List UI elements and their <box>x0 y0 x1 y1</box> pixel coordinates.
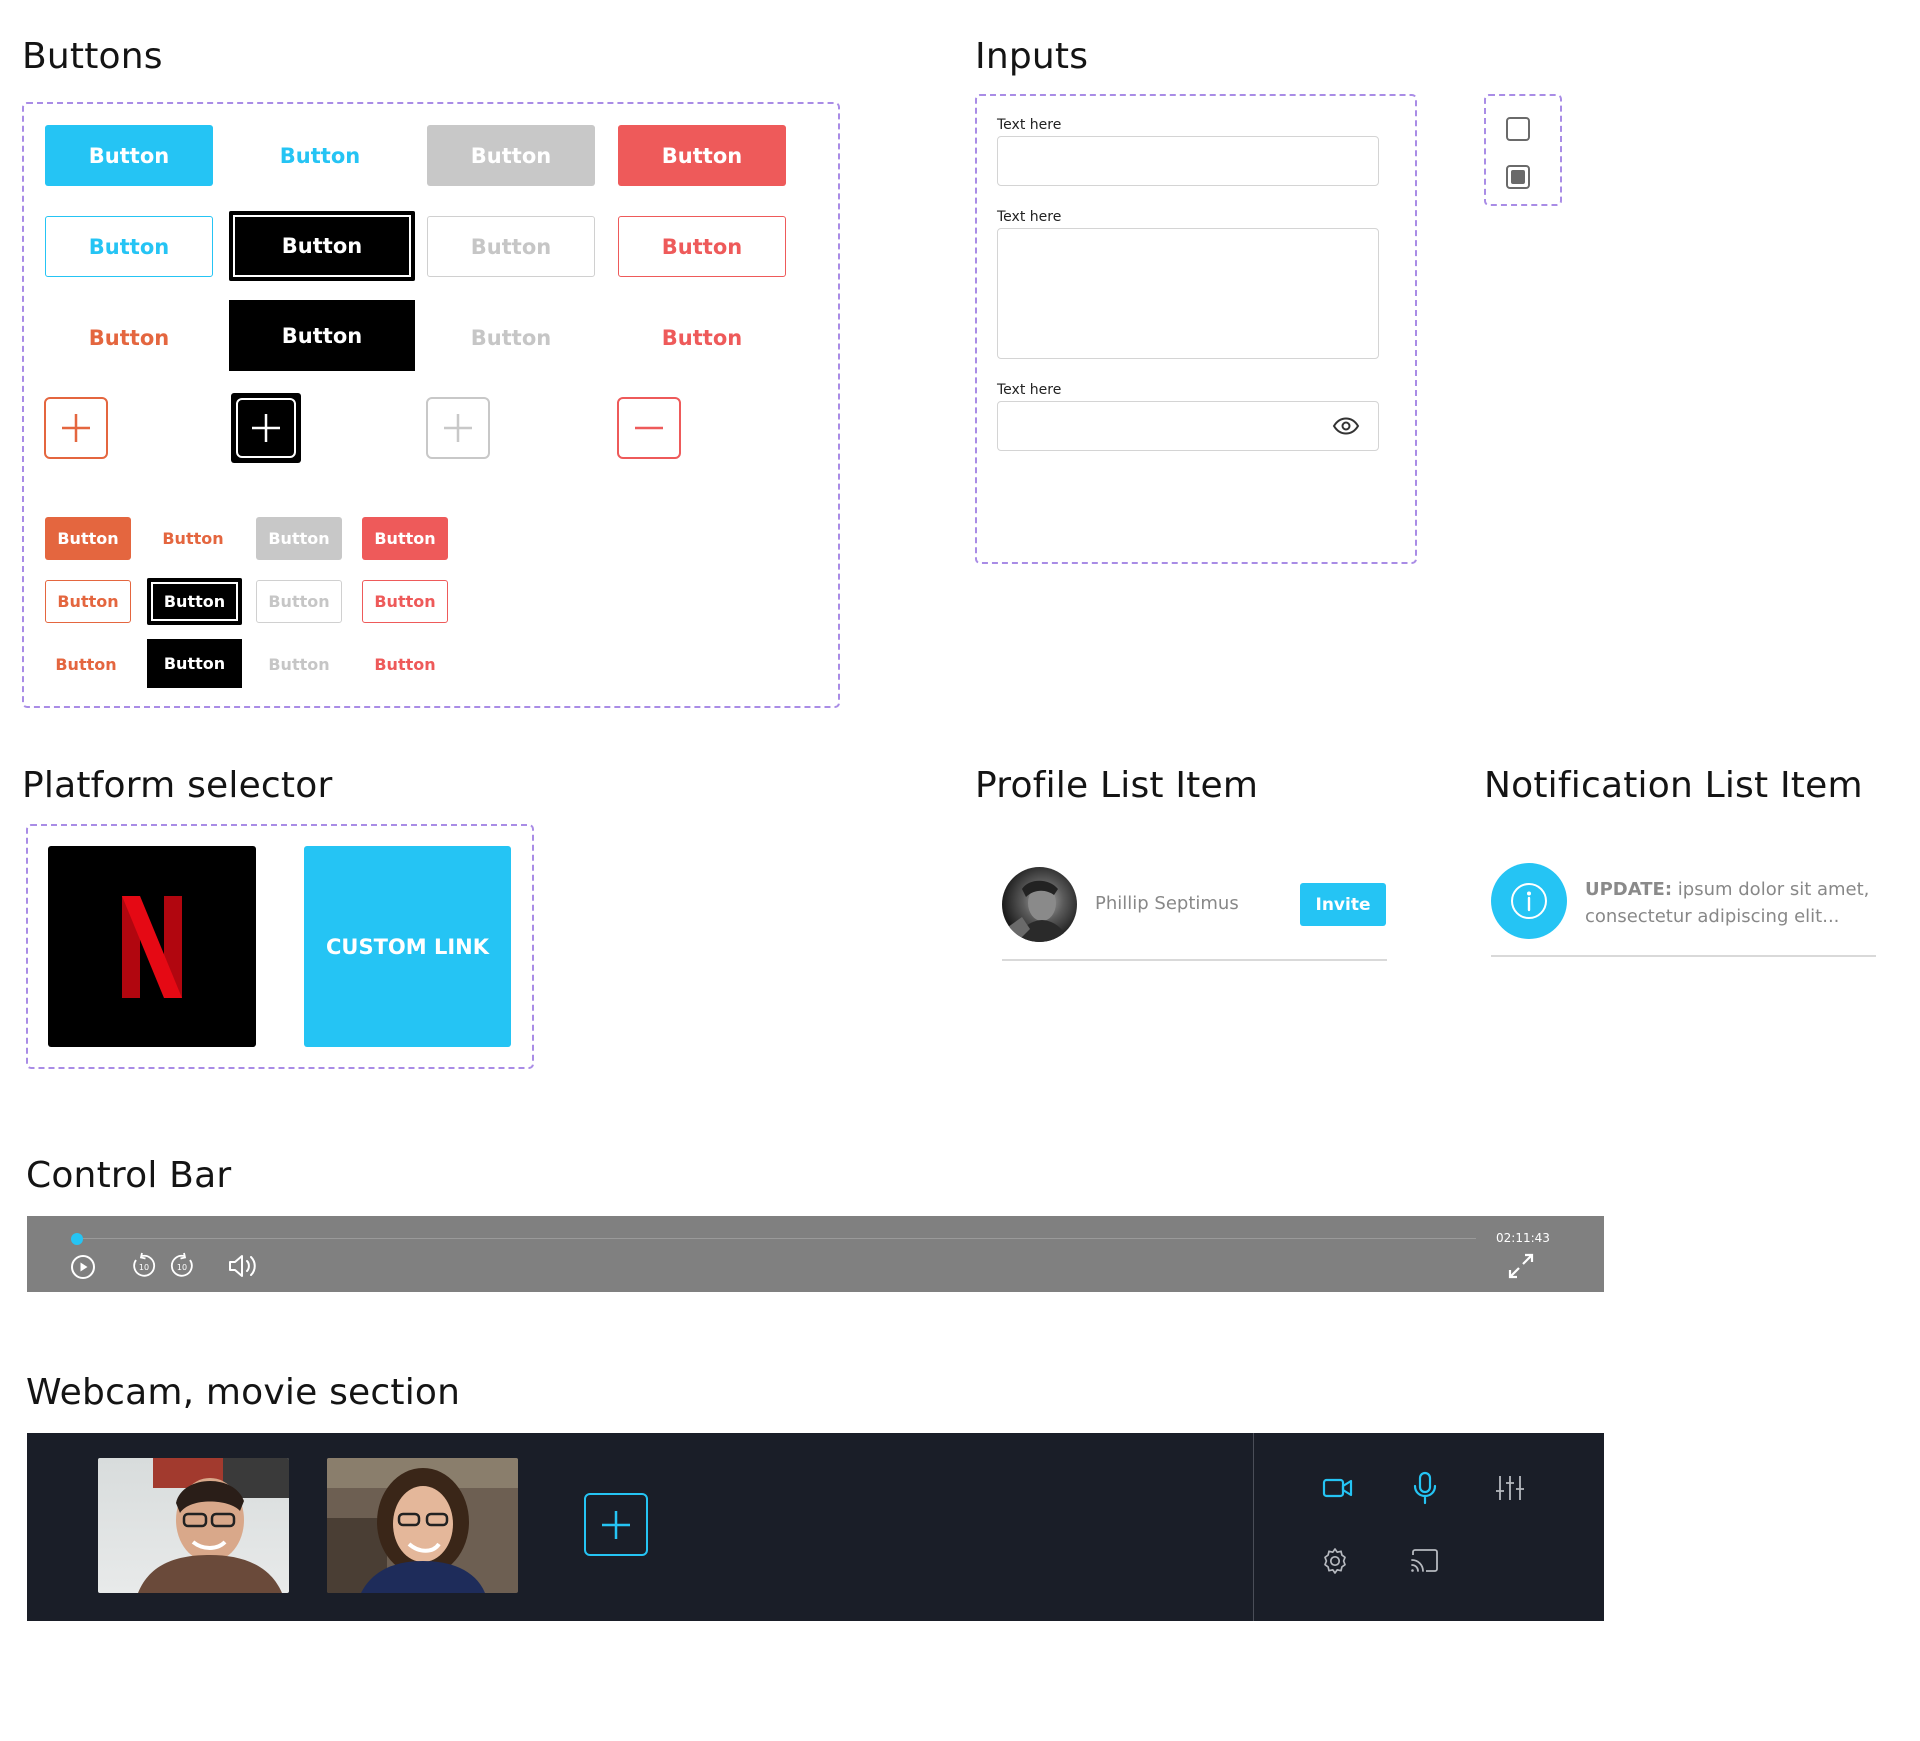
notification-line1: ipsum dolor sit amet, <box>1672 879 1870 900</box>
text-field-label: Text here <box>997 117 1062 133</box>
password-field-label: Text here <box>997 382 1062 398</box>
profile-section-title: Profile List Item <box>975 765 1259 806</box>
text-button-orange[interactable]: Button <box>45 307 213 368</box>
notification-text: UPDATE: ipsum dolor sit amet, consectetu… <box>1585 876 1869 930</box>
rewind-10-icon: 10 <box>133 1252 156 1277</box>
rewind-button[interactable]: 10 <box>130 1252 158 1280</box>
outline-button-blue[interactable]: Button <box>45 216 213 277</box>
small-outline-button-disabled[interactable]: Button <box>256 580 342 623</box>
minus-icon <box>635 426 663 430</box>
textarea-label: Text here <box>997 209 1062 225</box>
profile-divider <box>1002 959 1387 961</box>
primary-button[interactable]: Button <box>45 125 213 186</box>
webcam-divider <box>1253 1433 1254 1621</box>
platform-section-title: Platform selector <box>22 765 333 806</box>
notification-prefix: UPDATE: <box>1585 879 1673 900</box>
custom-link-tile[interactable]: CUSTOM LINK <box>304 846 511 1047</box>
danger-button[interactable]: Button <box>618 125 786 186</box>
add-button-disabled[interactable] <box>426 397 490 459</box>
video-camera-icon <box>1322 1478 1353 1498</box>
checkbox-checked[interactable] <box>1506 165 1530 189</box>
small-text-button-disabled[interactable]: Button <box>256 643 342 686</box>
webcam-tile-2[interactable] <box>327 1458 518 1593</box>
webcam-section-title: Webcam, movie section <box>26 1372 461 1413</box>
eye-icon <box>1332 417 1360 435</box>
progress-handle[interactable] <box>71 1233 83 1245</box>
gear-icon <box>1324 1548 1346 1574</box>
forward-button[interactable]: 10 <box>168 1252 196 1280</box>
play-icon <box>71 1255 95 1279</box>
time-readout: 02:11:43 <box>1496 1231 1550 1245</box>
rewind-seconds: 10 <box>139 1263 149 1272</box>
small-outline-button-orange[interactable]: Button <box>45 580 131 623</box>
add-button-orange[interactable] <box>44 397 108 459</box>
small-primary-button[interactable]: Button <box>45 517 131 560</box>
text-input[interactable] <box>997 136 1379 186</box>
forward-10-icon: 10 <box>170 1252 193 1277</box>
fullscreen-button[interactable] <box>1507 1252 1535 1280</box>
notification-info-badge <box>1491 863 1567 939</box>
profile-name: Phillip Septimus <box>1095 893 1239 914</box>
forward-seconds: 10 <box>177 1263 187 1272</box>
notification-section-title: Notification List Item <box>1484 765 1863 806</box>
small-text-button-orange-2[interactable]: Button <box>43 643 129 686</box>
microphone-icon <box>1413 1471 1437 1505</box>
netflix-tile[interactable] <box>48 846 256 1047</box>
webcam-feed-1 <box>138 1458 289 1593</box>
notification-line2: consectetur adipiscing elit... <box>1585 906 1840 927</box>
microphone-toggle-button[interactable] <box>1412 1471 1438 1505</box>
toggle-visibility-button[interactable] <box>1332 416 1360 436</box>
text-button-red[interactable]: Button <box>618 307 786 368</box>
small-solid-button-black[interactable]: Button <box>147 639 242 688</box>
small-focused-button-black[interactable]: Button <box>147 578 242 625</box>
avatar <box>1002 867 1077 942</box>
text-button-disabled[interactable]: Button <box>427 307 595 368</box>
small-danger-button[interactable]: Button <box>362 517 448 560</box>
webcam-tile-1[interactable] <box>98 1458 289 1593</box>
checkbox-frame <box>1484 94 1562 206</box>
small-text-button-red[interactable]: Button <box>362 643 448 686</box>
remove-button-red[interactable] <box>617 397 681 459</box>
volume-icon <box>229 1255 256 1277</box>
inputs-section-title: Inputs <box>975 36 1089 77</box>
buttons-section-title: Buttons <box>22 36 163 77</box>
plus-icon <box>444 414 472 442</box>
webcam-feed-2 <box>327 1458 518 1593</box>
plus-icon <box>602 1510 630 1539</box>
small-outline-button-red[interactable]: Button <box>362 580 448 623</box>
checkbox-check-mark <box>1511 170 1525 184</box>
adjustments-button[interactable] <box>1495 1473 1525 1503</box>
info-icon <box>1511 883 1547 919</box>
add-participant-button[interactable] <box>584 1493 648 1556</box>
cast-button[interactable] <box>1409 1547 1441 1575</box>
disabled-button[interactable]: Button <box>427 125 595 186</box>
add-button-black[interactable] <box>231 393 301 463</box>
camera-toggle-button[interactable] <box>1322 1475 1354 1501</box>
fullscreen-icon <box>1508 1253 1534 1279</box>
text-button-blue[interactable]: Button <box>236 125 404 186</box>
small-disabled-button[interactable]: Button <box>256 517 342 560</box>
netflix-logo <box>122 895 182 998</box>
settings-button[interactable] <box>1320 1546 1350 1576</box>
focused-button-black[interactable]: Button <box>229 211 415 281</box>
volume-button[interactable] <box>227 1253 259 1279</box>
small-text-button-orange[interactable]: Button <box>150 517 236 560</box>
progress-track[interactable] <box>72 1238 1476 1239</box>
plus-icon <box>252 414 280 442</box>
cast-icon <box>1411 1549 1438 1572</box>
outline-button-red[interactable]: Button <box>618 216 786 277</box>
solid-button-black[interactable]: Button <box>229 300 415 371</box>
invite-button[interactable]: Invite <box>1300 883 1386 926</box>
sliders-icon <box>1496 1476 1524 1500</box>
webcam-panel <box>27 1433 1604 1621</box>
password-input[interactable] <box>997 401 1379 451</box>
play-button[interactable] <box>70 1254 96 1280</box>
control-bar: 02:11:43 10 10 <box>27 1216 1604 1292</box>
checkbox-unchecked[interactable] <box>1506 117 1530 141</box>
plus-icon <box>62 414 90 442</box>
notification-divider <box>1491 955 1876 957</box>
outline-button-disabled[interactable]: Button <box>427 216 595 277</box>
control-bar-section-title: Control Bar <box>26 1155 232 1196</box>
textarea-input[interactable] <box>997 228 1379 359</box>
